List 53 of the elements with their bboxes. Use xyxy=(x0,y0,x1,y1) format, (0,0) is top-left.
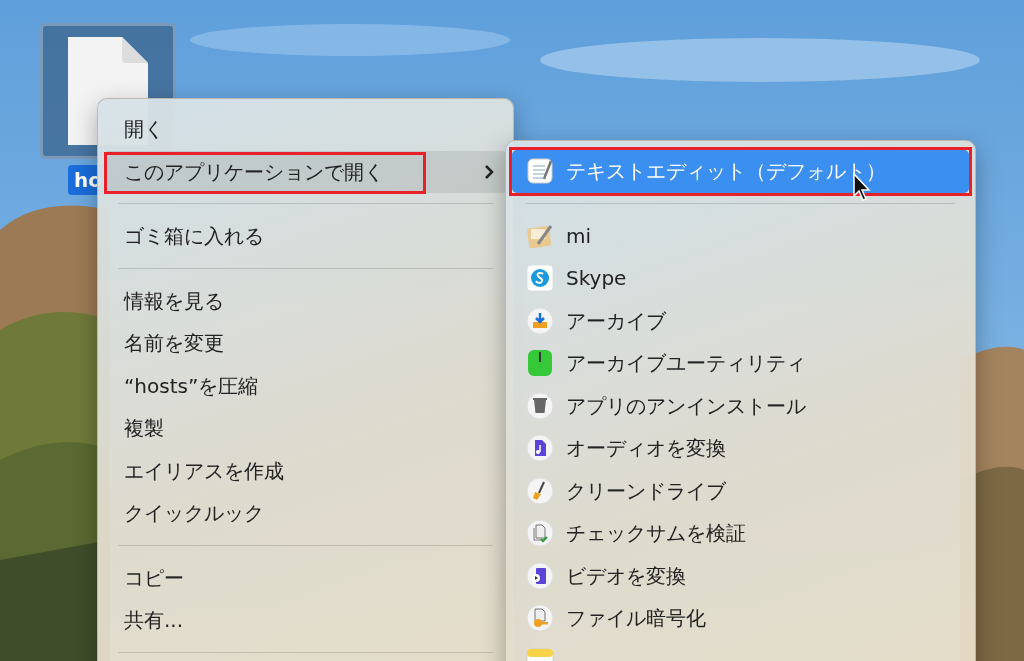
menu-item[interactable]: チェックサムを検証 xyxy=(512,512,969,555)
menu-item[interactable]: ファイル暗号化 xyxy=(512,597,969,640)
menu-item-label: Skype xyxy=(566,266,627,291)
chat-bubble-icon xyxy=(526,264,554,293)
menu-item[interactable]: 開く xyxy=(104,108,507,151)
music-file-icon xyxy=(526,434,554,463)
menu-item-label: 情報を見る xyxy=(124,288,224,313)
menu-item[interactable]: アーカイブユーティリティ xyxy=(512,342,969,385)
menu-item-label: コピー xyxy=(124,565,184,590)
menu-item-label: “hosts”を圧縮 xyxy=(124,373,259,398)
box-download-icon xyxy=(526,306,554,335)
menu-item[interactable]: オーディオを変換 xyxy=(512,427,969,470)
menu-item-label: ビデオを変換 xyxy=(566,563,686,588)
menu-item[interactable]: ビデオを変換 xyxy=(512,554,969,597)
menu-item[interactable]: 名前を変更 xyxy=(104,322,507,365)
menu-item-label: クリーンドライブ xyxy=(566,478,726,503)
menu-item[interactable]: “hosts”を圧縮 xyxy=(104,364,507,407)
menu-item-label: チェックサムを検証 xyxy=(566,521,746,546)
menu-item[interactable]: アプリのアンインストール xyxy=(512,384,969,427)
menu-item[interactable]: エイリアスを作成 xyxy=(104,449,507,492)
menu-item-label: アプリのアンインストール xyxy=(566,393,806,418)
zipper-icon xyxy=(526,349,554,378)
menu-item[interactable]: コピー xyxy=(104,556,507,599)
menu-item[interactable]: アーカイブ xyxy=(512,299,969,342)
menu-item-label: エイリアスを作成 xyxy=(124,458,284,483)
video-file-icon xyxy=(526,561,554,590)
menu-item[interactable]: 共有... xyxy=(104,599,507,642)
notepad-icon xyxy=(526,157,554,186)
menu-item[interactable]: Skype xyxy=(512,257,969,300)
trash-icon xyxy=(526,391,554,420)
menu-item-label: mi xyxy=(566,223,592,248)
menu-item-label: オーディオを変換 xyxy=(566,436,726,461)
menu-item-label: このアプリケーションで開く xyxy=(124,159,384,184)
menu-item[interactable]: ゴミ箱に入れる xyxy=(104,215,507,258)
menu-item[interactable]: 複製 xyxy=(104,407,507,450)
menu-item-label: ファイル暗号化 xyxy=(566,606,706,631)
menu-item-label: ゴミ箱に入れる xyxy=(124,224,264,249)
menu-item-label: 開く xyxy=(124,117,164,142)
menu-item[interactable]: 情報を見る xyxy=(104,279,507,322)
menu-item-label: アーカイブユーティリティ xyxy=(566,351,806,376)
menu-item-label: 複製 xyxy=(124,416,164,441)
documents-check-icon xyxy=(526,519,554,548)
menu-item[interactable]: クリーンドライブ xyxy=(512,469,969,512)
menu-item[interactable]: mi xyxy=(512,214,969,257)
menu-item-label: クイックルック xyxy=(124,501,264,526)
menu-item-label: 共有... xyxy=(124,608,184,633)
broom-icon xyxy=(526,476,554,505)
menu-item[interactable]: このアプリケーションで開く xyxy=(104,150,507,193)
menu-item-label: 名前を変更 xyxy=(124,331,224,356)
chevron-right-icon xyxy=(483,163,495,180)
menu-item[interactable]: クイックルック xyxy=(104,492,507,535)
file-key-icon xyxy=(526,604,554,633)
menu-item-label: アーカイブ xyxy=(566,308,666,333)
